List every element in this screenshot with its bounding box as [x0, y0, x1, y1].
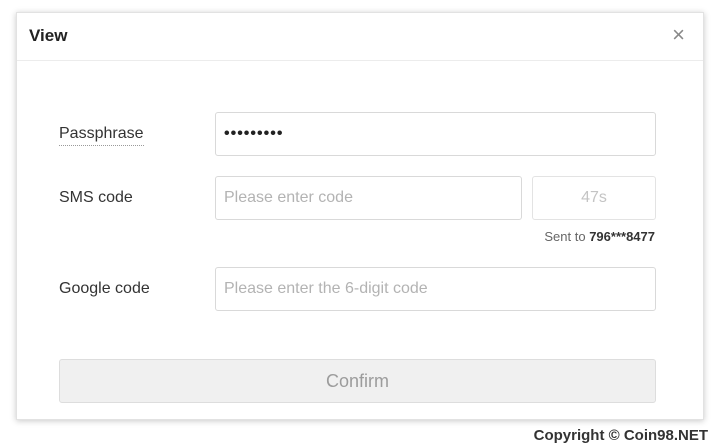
passphrase-input[interactable] — [215, 112, 656, 156]
masked-phone-number: 796***8477 — [589, 229, 655, 244]
google-code-input[interactable] — [215, 267, 656, 311]
sms-resend-countdown-button[interactable]: 47s — [532, 176, 656, 220]
close-icon[interactable]: × — [672, 24, 685, 46]
passphrase-label: Passphrase — [59, 125, 144, 146]
dialog-header: View × — [17, 13, 703, 61]
sent-to-prefix: Sent to — [544, 229, 586, 244]
sms-sent-note: Sent to 796***8477 — [544, 229, 655, 244]
view-dialog: View × Passphrase SMS code 47s Sent to 7… — [16, 12, 704, 420]
dialog-title: View — [29, 26, 68, 45]
sms-code-input[interactable] — [215, 176, 522, 220]
confirm-button[interactable]: Confirm — [59, 359, 656, 403]
google-code-label: Google code — [59, 280, 150, 297]
copyright-watermark: Copyright © Coin98.NET — [533, 427, 708, 444]
sms-code-label: SMS code — [59, 189, 133, 206]
